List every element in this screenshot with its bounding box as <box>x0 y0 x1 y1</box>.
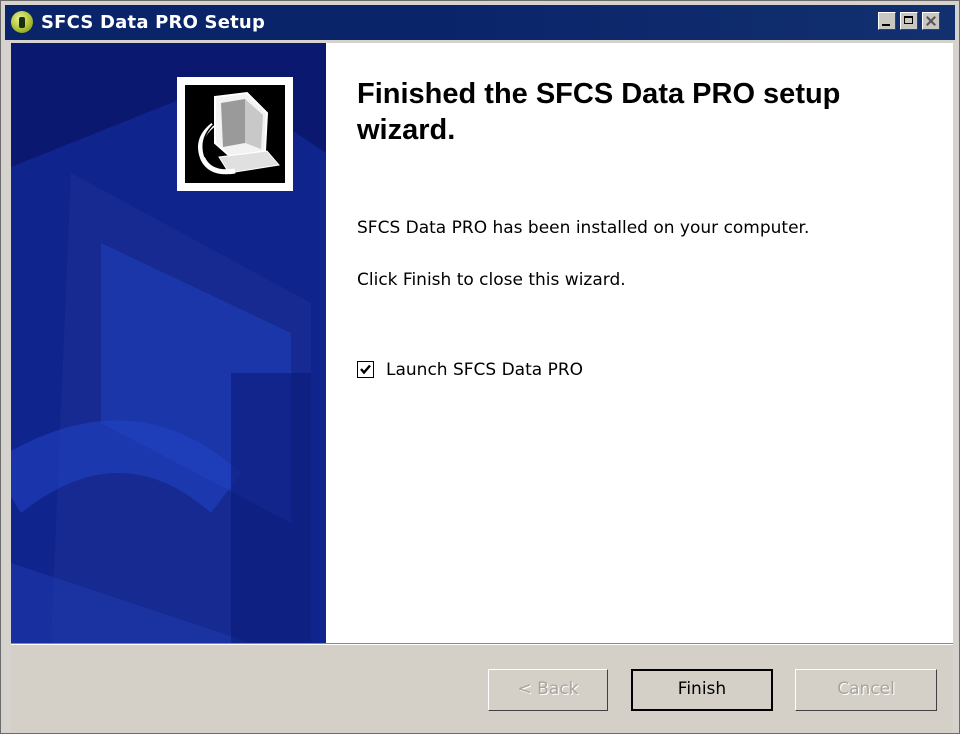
finish-button[interactable]: Finish <box>631 669 773 711</box>
cancel-button[interactable]: Cancel <box>795 669 937 711</box>
launch-checkbox-label[interactable]: Launch SFCS Data PRO <box>386 360 583 380</box>
close-icon[interactable] <box>922 12 940 30</box>
sfcs-app-icon <box>11 11 33 33</box>
installer-icon <box>177 77 293 191</box>
checkmark-icon <box>360 364 371 375</box>
computer-install-icon <box>185 85 285 183</box>
title-bar[interactable]: SFCS Data PRO Setup <box>5 5 955 40</box>
back-button[interactable]: < Back <box>488 669 608 711</box>
wizard-content: Finished the SFCS Data PRO setup wizard.… <box>326 43 953 643</box>
install-complete-message: SFCS Data PRO has been installed on your… <box>357 218 810 238</box>
minimize-icon[interactable] <box>878 12 896 30</box>
setup-window: SFCS Data PRO Setup Finished the SFCS Da… <box>0 0 960 734</box>
maximize-icon[interactable] <box>900 12 918 30</box>
page-title: Finished the SFCS Data PRO setup wizard. <box>357 78 841 146</box>
finish-instruction: Click Finish to close this wizard. <box>357 270 626 290</box>
launch-checkbox[interactable] <box>357 361 374 378</box>
window-title: SFCS Data PRO Setup <box>41 12 266 33</box>
